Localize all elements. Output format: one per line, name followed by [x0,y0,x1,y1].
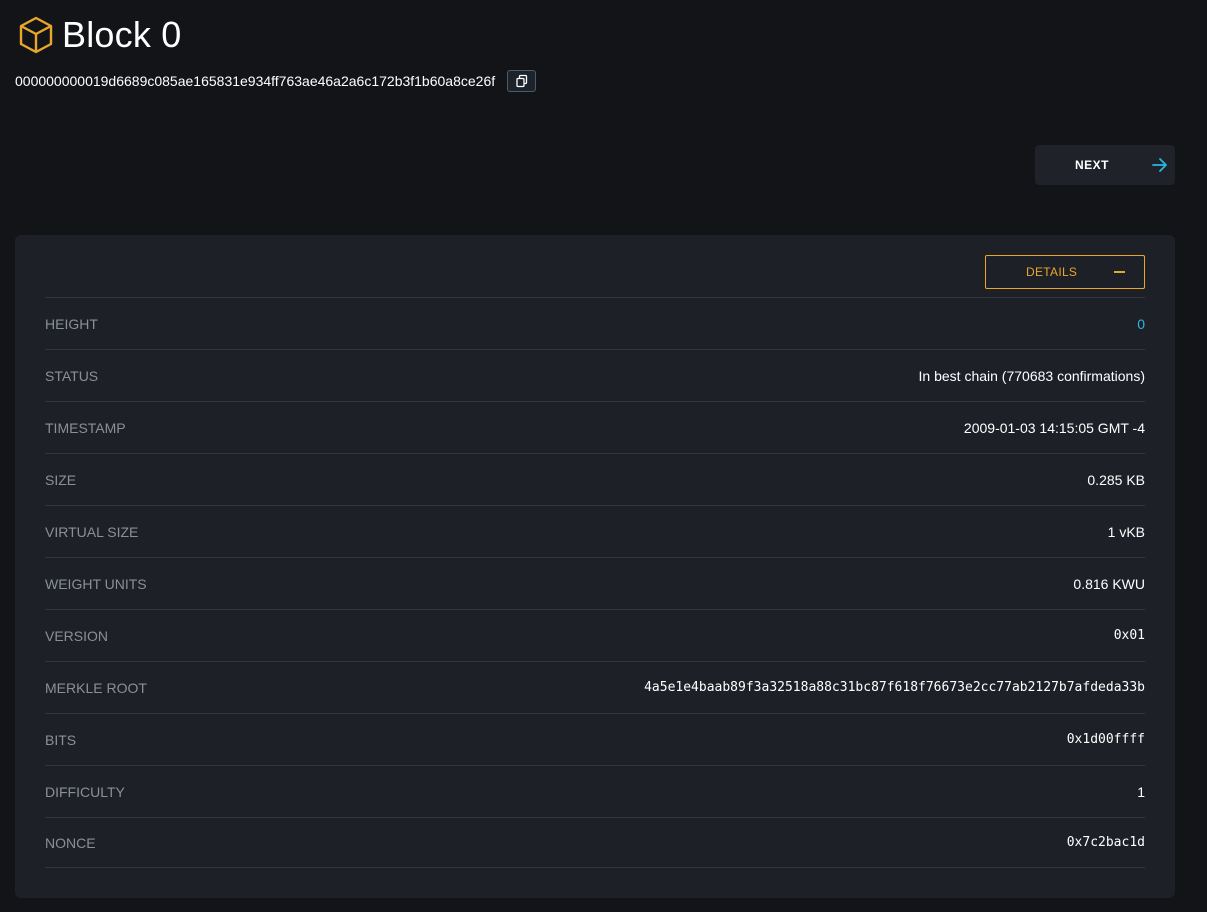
minus-icon [1114,271,1125,273]
block-details-card: DETAILS HEIGHT 0 STATUS In best chain (7… [15,235,1175,898]
copy-hash-button[interactable] [507,70,537,92]
row-value: 1 [1137,783,1145,800]
row-label: HEIGHT [45,315,98,332]
row-value: 2009-01-03 14:15:05 GMT -4 [963,419,1145,436]
next-block-button[interactable]: NEXT [1035,145,1175,185]
page-header: Block 0 [18,14,181,56]
row-bits: BITS 0x1d00ffff [45,713,1145,765]
row-version: VERSION 0x01 [45,609,1145,661]
block-hash-row: 000000000019d6689c085ae165831e934ff763ae… [15,70,537,92]
row-difficulty: DIFFICULTY 1 [45,765,1145,817]
row-value: 0x7c2bac1d [1066,835,1145,850]
row-label: SIZE [45,471,77,488]
row-height: HEIGHT 0 [45,297,1145,349]
details-table: HEIGHT 0 STATUS In best chain (770683 co… [45,297,1145,868]
row-label: VERSION [45,627,109,644]
row-value: 0x1d00ffff [1066,732,1145,747]
next-label: NEXT [1075,158,1110,172]
row-label: NONCE [45,834,96,851]
block-hash: 000000000019d6689c085ae165831e934ff763ae… [15,73,496,89]
row-nonce: NONCE 0x7c2bac1d [45,817,1145,868]
cube-icon [18,15,54,55]
row-size: SIZE 0.285 KB [45,453,1145,505]
row-value: 4a5e1e4baab89f3a32518a88c31bc87f618f7667… [644,680,1145,695]
row-value: 1 vKB [1107,523,1145,540]
row-label: TIMESTAMP [45,419,126,436]
row-value: 0.285 KB [1087,471,1145,488]
copy-icon [515,74,529,88]
arrow-right-icon [1151,157,1169,173]
row-label: MERKLE ROOT [45,679,147,696]
details-toggle-button[interactable]: DETAILS [985,255,1145,289]
row-merkle-root: MERKLE ROOT 4a5e1e4baab89f3a32518a88c31b… [45,661,1145,713]
row-timestamp: TIMESTAMP 2009-01-03 14:15:05 GMT -4 [45,401,1145,453]
row-value: In best chain (770683 confirmations) [918,367,1145,384]
row-label: DIFFICULTY [45,783,125,800]
row-weight-units: WEIGHT UNITS 0.816 KWU [45,557,1145,609]
row-label: WEIGHT UNITS [45,575,147,592]
details-label: DETAILS [1026,265,1078,279]
row-label: BITS [45,731,77,748]
page-title: Block 0 [62,14,182,55]
row-value: 0.816 KWU [1073,575,1145,592]
row-label: VIRTUAL SIZE [45,523,139,540]
row-label: STATUS [45,367,99,384]
row-status: STATUS In best chain (770683 confirmatio… [45,349,1145,401]
height-link[interactable]: 0 [1137,316,1145,332]
row-value: 0x01 [1113,628,1145,643]
row-virtual-size: VIRTUAL SIZE 1 vKB [45,505,1145,557]
